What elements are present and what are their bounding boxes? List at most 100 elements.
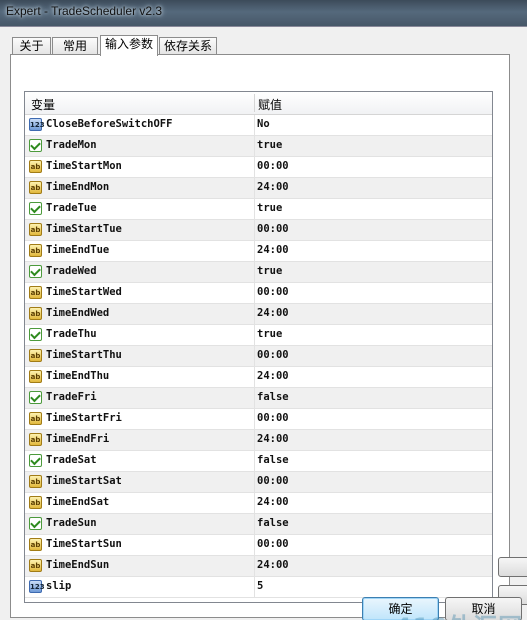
- parameter-value[interactable]: No: [257, 118, 270, 130]
- parameter-name: TimeStartSun: [46, 538, 122, 550]
- parameter-name: TradeFri: [46, 391, 97, 403]
- parameter-value[interactable]: false: [257, 517, 289, 529]
- cell-divider: [254, 136, 255, 156]
- tab-about[interactable]: 关于: [12, 37, 51, 55]
- parameter-value[interactable]: false: [257, 391, 289, 403]
- parameter-row[interactable]: 123 CloseBeforeSwitchOFF No: [25, 115, 492, 136]
- parameter-name: TimeStartThu: [46, 349, 122, 361]
- parameter-row[interactable]: ab TimeStartWed 00:00: [25, 283, 492, 304]
- column-header-variable[interactable]: 变量: [31, 96, 55, 113]
- parameter-row[interactable]: ab TimeStartSat 00:00: [25, 472, 492, 493]
- parameter-name: TradeTue: [46, 202, 97, 214]
- parameter-value[interactable]: 00:00: [257, 475, 289, 487]
- column-divider[interactable]: [254, 94, 255, 112]
- grid-header: 变量 赋值: [25, 92, 492, 115]
- parameter-row[interactable]: ab TimeEndThu 24:00: [25, 367, 492, 388]
- expert-properties-window: Expert - TradeScheduler v2.3 关于 常用 输入参数 …: [0, 0, 527, 620]
- parameter-row[interactable]: TradeWed true: [25, 262, 492, 283]
- parameter-name: TimeEndSun: [46, 559, 110, 571]
- string-type-icon: ab: [29, 412, 42, 425]
- parameter-name: TimeStartSat: [46, 475, 122, 487]
- parameter-name: TimeEndTue: [46, 244, 110, 256]
- tab-common[interactable]: 常用: [52, 37, 98, 55]
- parameter-name: TimeEndFri: [46, 433, 110, 445]
- cell-divider: [254, 493, 255, 513]
- boolean-type-icon: [29, 328, 42, 341]
- parameter-value[interactable]: 24:00: [257, 559, 289, 571]
- parameter-row[interactable]: TradeSat false: [25, 451, 492, 472]
- parameter-value[interactable]: 24:00: [257, 370, 289, 382]
- parameter-name: TimeEndMon: [46, 181, 110, 193]
- watermark-logo: 418外汇网: [395, 607, 523, 620]
- parameter-row[interactable]: ab TimeEndWed 24:00: [25, 304, 492, 325]
- parameter-row[interactable]: ab TimeStartFri 00:00: [25, 409, 492, 430]
- parameter-value[interactable]: 24:00: [257, 244, 289, 256]
- parameter-row[interactable]: ab TimeEndMon 24:00: [25, 178, 492, 199]
- parameter-value[interactable]: 00:00: [257, 538, 289, 550]
- parameter-name: TimeStartMon: [46, 160, 122, 172]
- parameter-name: slip: [46, 580, 72, 592]
- parameter-row[interactable]: ab TimeStartSun 00:00: [25, 535, 492, 556]
- boolean-type-icon: [29, 139, 42, 152]
- parameter-value[interactable]: true: [257, 202, 282, 214]
- parameter-value[interactable]: 24:00: [257, 181, 289, 193]
- dialog-client: 关于 常用 输入参数 依存关系 变量 赋值 123 CloseBeforeSwit…: [0, 26, 527, 620]
- parameter-value[interactable]: 00:00: [257, 412, 289, 424]
- integer-type-icon: 123: [29, 580, 45, 593]
- parameter-row[interactable]: ab TimeStartMon 00:00: [25, 157, 492, 178]
- cell-divider: [254, 178, 255, 198]
- cell-divider: [254, 514, 255, 534]
- cell-divider: [254, 304, 255, 324]
- parameter-row[interactable]: TradeThu true: [25, 325, 492, 346]
- parameter-row[interactable]: ab TimeStartThu 00:00: [25, 346, 492, 367]
- cell-divider: [254, 535, 255, 555]
- parameter-value[interactable]: 24:00: [257, 433, 289, 445]
- parameter-row[interactable]: TradeMon true: [25, 136, 492, 157]
- parameter-value[interactable]: 5: [257, 580, 263, 592]
- string-type-icon: ab: [29, 160, 42, 173]
- parameter-name: TradeSun: [46, 517, 97, 529]
- cell-divider: [254, 199, 255, 219]
- cell-divider: [254, 577, 255, 597]
- parameter-row[interactable]: ab TimeEndTue 24:00: [25, 241, 492, 262]
- parameter-value[interactable]: 00:00: [257, 160, 289, 172]
- parameter-name: TimeEndWed: [46, 307, 110, 319]
- boolean-type-icon: [29, 391, 42, 404]
- string-type-icon: ab: [29, 475, 42, 488]
- title-bar[interactable]: Expert - TradeScheduler v2.3: [0, 0, 527, 26]
- cell-divider: [254, 556, 255, 576]
- parameter-row[interactable]: ab TimeStartTue 00:00: [25, 220, 492, 241]
- parameter-row[interactable]: ab TimeEndFri 24:00: [25, 430, 492, 451]
- grid-rows: 123 CloseBeforeSwitchOFF No TradeMon true ab T…: [25, 115, 492, 598]
- load-button[interactable]: 加: [498, 557, 527, 577]
- parameter-value[interactable]: 00:00: [257, 349, 289, 361]
- parameter-row[interactable]: ab TimeEndSat 24:00: [25, 493, 492, 514]
- tab-dependencies[interactable]: 依存关系: [159, 37, 217, 55]
- column-header-value[interactable]: 赋值: [258, 96, 282, 113]
- parameter-value[interactable]: true: [257, 265, 282, 277]
- parameter-row[interactable]: 123 slip 5: [25, 577, 492, 598]
- string-type-icon: ab: [29, 244, 42, 257]
- parameter-row[interactable]: TradeTue true: [25, 199, 492, 220]
- parameter-value[interactable]: 00:00: [257, 223, 289, 235]
- parameter-value[interactable]: true: [257, 139, 282, 151]
- parameter-name: TradeMon: [46, 139, 97, 151]
- parameter-value[interactable]: false: [257, 454, 289, 466]
- string-type-icon: ab: [29, 433, 42, 446]
- string-type-icon: ab: [29, 538, 42, 551]
- parameter-name: TimeStartWed: [46, 286, 122, 298]
- parameter-value[interactable]: 00:00: [257, 286, 289, 298]
- parameter-value[interactable]: 24:00: [257, 307, 289, 319]
- string-type-icon: ab: [29, 181, 42, 194]
- parameter-row[interactable]: TradeFri false: [25, 388, 492, 409]
- parameter-row[interactable]: ab TimeEndSun 24:00: [25, 556, 492, 577]
- parameter-row[interactable]: TradeSun false: [25, 514, 492, 535]
- parameter-value[interactable]: true: [257, 328, 282, 340]
- cell-divider: [254, 220, 255, 240]
- tab-inputs[interactable]: 输入参数: [100, 35, 158, 56]
- parameter-value[interactable]: 24:00: [257, 496, 289, 508]
- string-type-icon: ab: [29, 223, 42, 236]
- cell-divider: [254, 472, 255, 492]
- parameter-name: TradeSat: [46, 454, 97, 466]
- cell-divider: [254, 451, 255, 471]
